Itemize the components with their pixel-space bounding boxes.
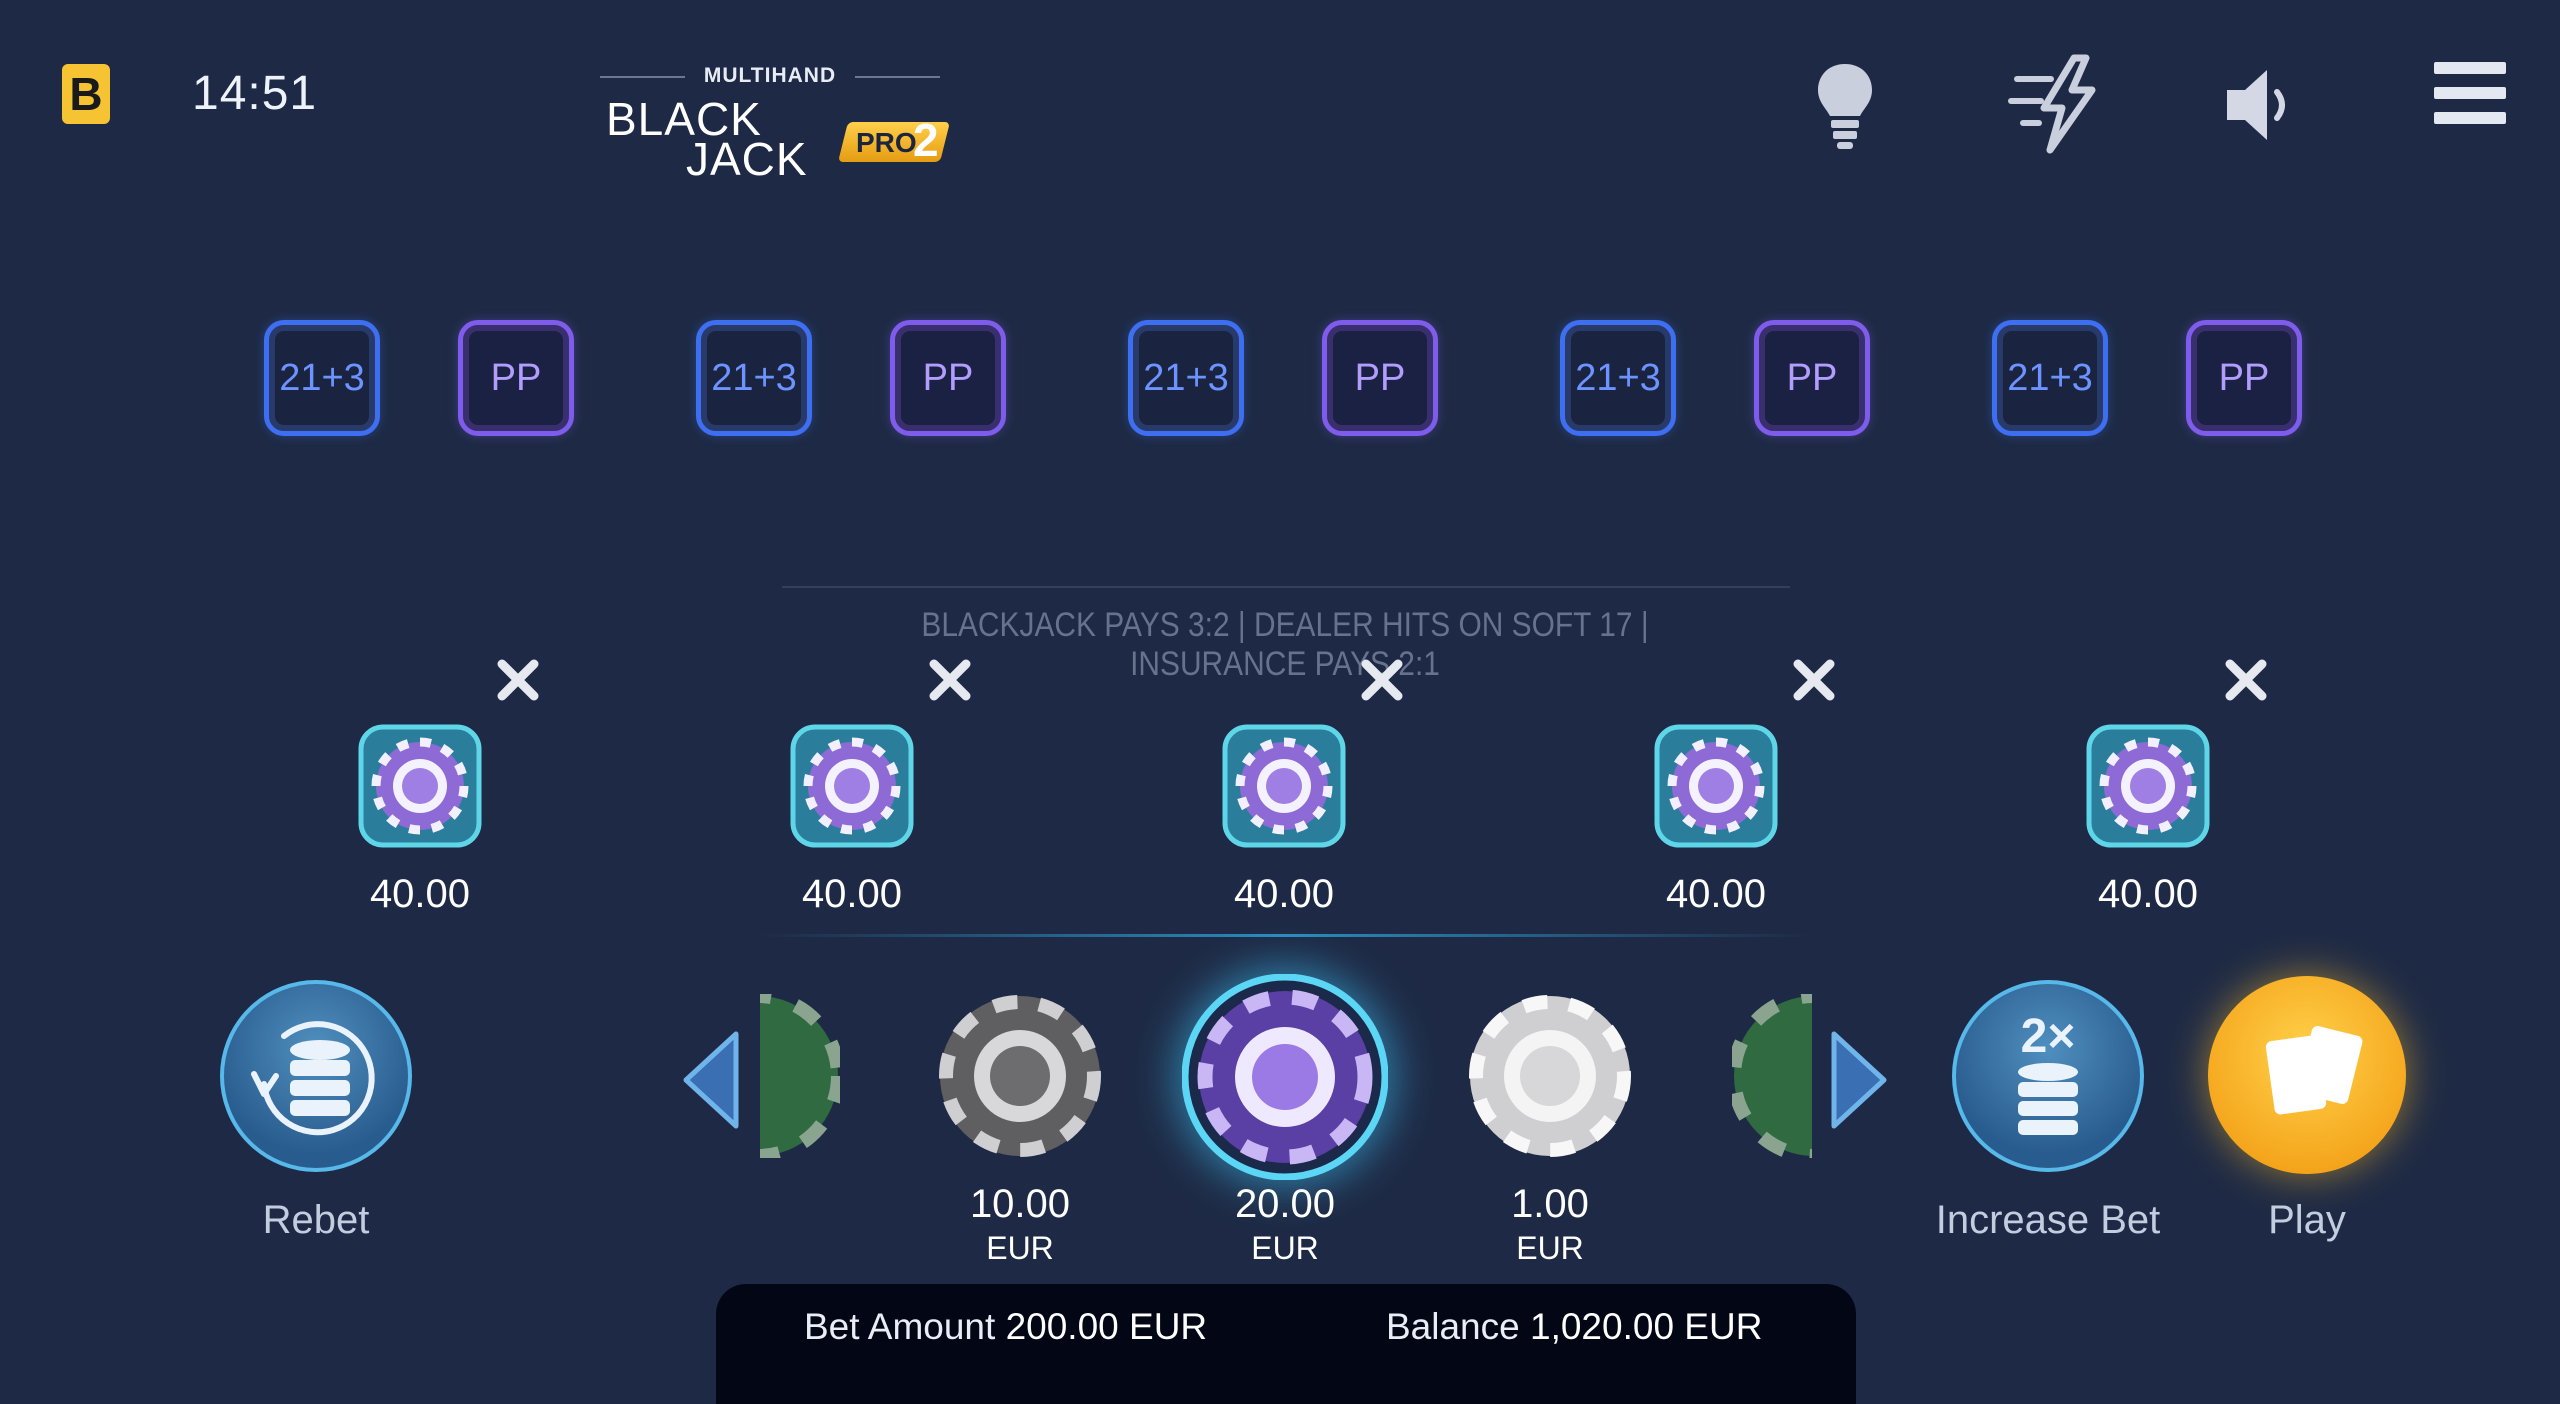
cards-icon: [2265, 1026, 2363, 1115]
balance-display: Balance 1,020.00 EUR: [1386, 1306, 1762, 1348]
increase-bet-button[interactable]: 2×: [1952, 980, 2144, 1172]
chip-amount: 1.00: [1511, 1182, 1589, 1226]
side-bet-21plus3[interactable]: 21+3: [1560, 320, 1676, 436]
hand-bet-amount: 40.00: [369, 872, 471, 916]
speaker-icon[interactable]: [2205, 50, 2315, 160]
rebet-label: Rebet: [262, 1198, 370, 1242]
rules-divider: [782, 586, 1790, 588]
hand-bet-spot[interactable]: [2086, 724, 2210, 848]
chip-partial-left[interactable]: [760, 994, 840, 1158]
bet-amount-value: 200.00 EUR: [1005, 1306, 1208, 1347]
side-bet-perfect-pairs[interactable]: PP: [1754, 320, 1870, 436]
hand-bet-amount: 40.00: [801, 872, 903, 916]
rebet-button[interactable]: [220, 980, 412, 1172]
side-bet-21plus3[interactable]: 21+3: [696, 320, 812, 436]
logo-multihand: MULTIHAND: [600, 64, 940, 88]
chip-partial-right[interactable]: [1732, 994, 1812, 1158]
hand-bet-amount: 40.00: [1665, 872, 1767, 916]
clear-bet-button[interactable]: [488, 650, 548, 710]
side-bet-21plus3[interactable]: 21+3: [1992, 320, 2108, 436]
clear-bet-button[interactable]: [2216, 650, 2276, 710]
side-bet-21plus3[interactable]: 21+3: [264, 320, 380, 436]
play-label: Play: [2268, 1198, 2346, 1242]
lightning-speed-icon[interactable]: [2000, 50, 2110, 160]
side-bet-perfect-pairs[interactable]: PP: [2186, 320, 2302, 436]
hand-bet-amount: 40.00: [2097, 872, 2199, 916]
increase-bet-badge: 2×: [2021, 1010, 2076, 1063]
logo-version-number: 2: [913, 114, 939, 166]
controls-divider: [760, 934, 1810, 937]
chip-scroll-right-arrow[interactable]: [1818, 1020, 1898, 1140]
chip-currency: EUR: [1516, 1230, 1584, 1266]
hamburger-menu-icon[interactable]: [2410, 50, 2520, 160]
brand-logo-badge: B: [62, 64, 110, 124]
side-bet-21plus3[interactable]: 21+3: [1128, 320, 1244, 436]
game-logo: MULTIHAND BLACK JACK PRO 2: [600, 64, 950, 185]
chip-scroll-left-arrow[interactable]: [672, 1020, 752, 1140]
balance-value: 1,020.00 EUR: [1530, 1306, 1763, 1347]
bet-amount-display: Bet Amount 200.00 EUR: [804, 1306, 1207, 1348]
hand-bet-amount: 40.00: [1233, 872, 1335, 916]
chip-currency: EUR: [986, 1230, 1054, 1266]
chip-amount: 20.00: [1234, 1182, 1336, 1226]
chip-currency: EUR: [1251, 1230, 1319, 1266]
side-bet-perfect-pairs[interactable]: PP: [890, 320, 1006, 436]
chip-20[interactable]: [1181, 973, 1389, 1181]
lightbulb-icon[interactable]: [1790, 50, 1900, 160]
clear-bet-button[interactable]: [1784, 650, 1844, 710]
bet-amount-label: Bet Amount: [804, 1306, 996, 1347]
clear-bet-button[interactable]: [920, 650, 980, 710]
hand-bet-spot[interactable]: [1222, 724, 1346, 848]
logo-jack: JACK: [686, 133, 808, 185]
logo-pro-text: PRO: [856, 127, 917, 158]
chip-10[interactable]: [938, 994, 1102, 1158]
rebet-icon: [251, 1021, 375, 1136]
clock: 14:51: [192, 67, 318, 120]
balance-label: Balance: [1386, 1306, 1520, 1347]
hand-bet-spot[interactable]: [1654, 724, 1778, 848]
side-bet-perfect-pairs[interactable]: PP: [1322, 320, 1438, 436]
play-button[interactable]: [2208, 976, 2406, 1174]
clear-bet-button[interactable]: [1352, 650, 1412, 710]
chip-amount: 10.00: [969, 1182, 1071, 1226]
increase-bet-label: Increase Bet: [1935, 1198, 2161, 1242]
bet-balance-bar: Bet Amount 200.00 EUR Balance 1,020.00 E…: [716, 1284, 1856, 1404]
hand-bet-spot[interactable]: [358, 724, 482, 848]
chip-1[interactable]: [1468, 994, 1632, 1158]
side-bet-perfect-pairs[interactable]: PP: [458, 320, 574, 436]
hand-bet-spot[interactable]: [790, 724, 914, 848]
double-bet-icon: 2×: [2018, 1010, 2078, 1135]
